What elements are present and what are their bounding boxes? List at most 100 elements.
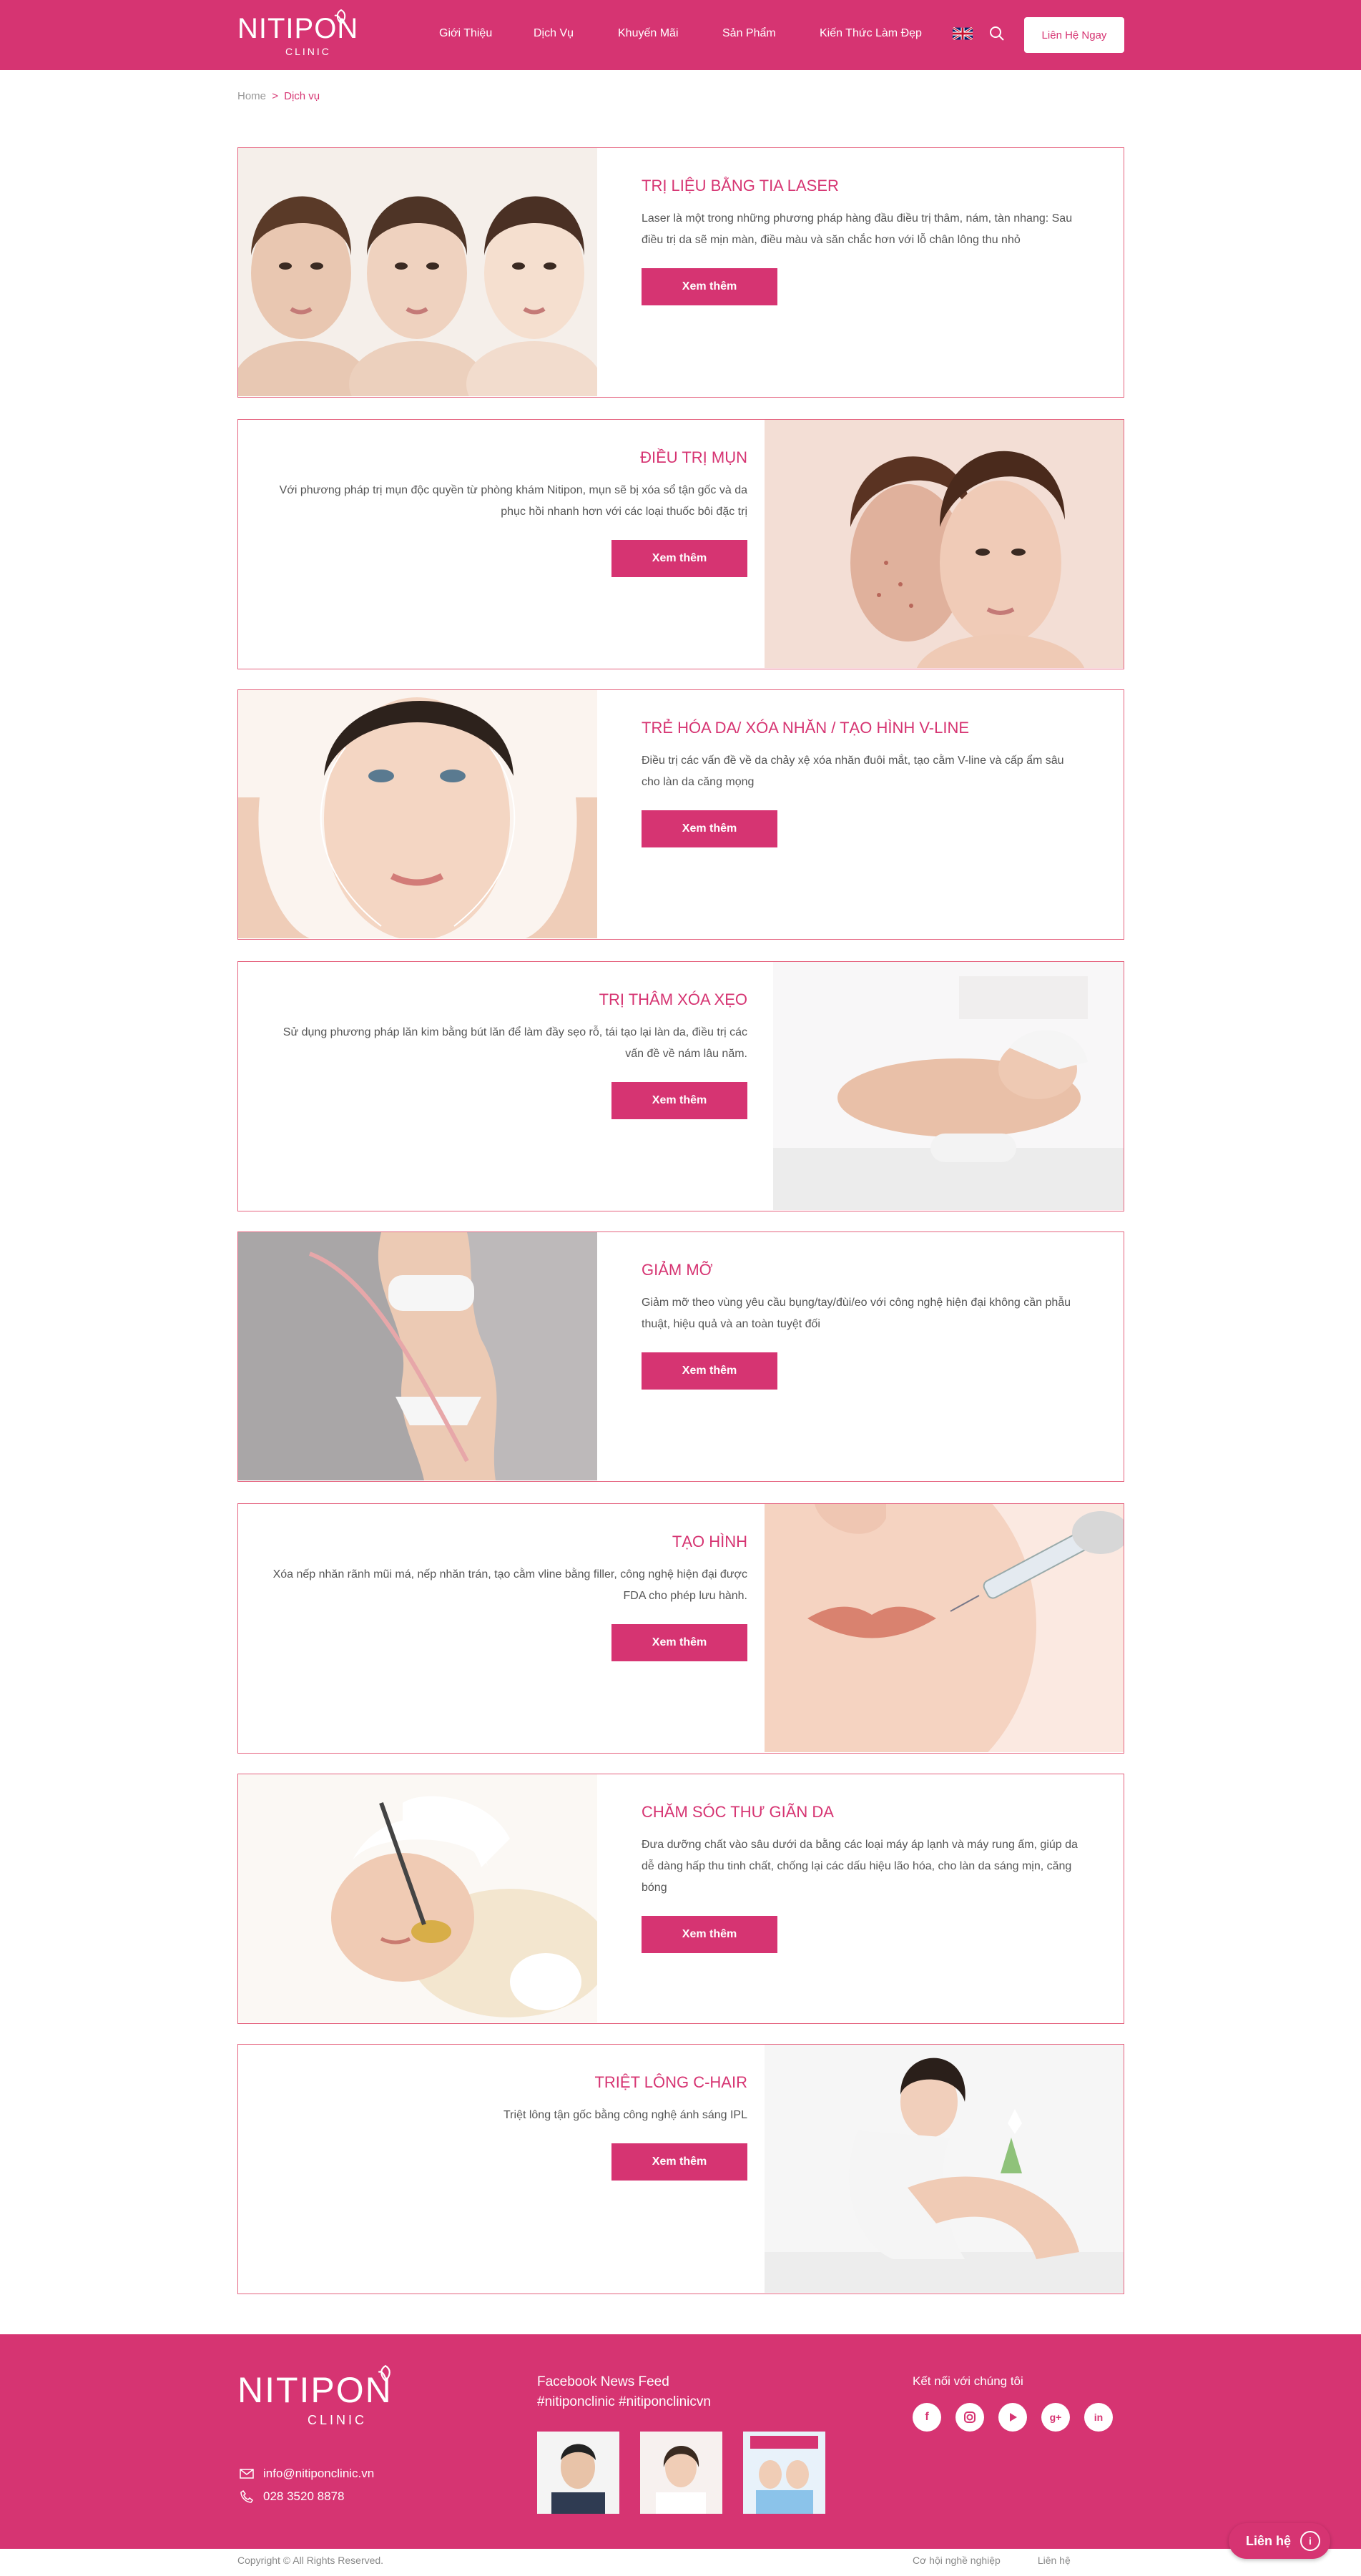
service-description: Điều trị các vấn đề về da chảy xệ xóa nh… xyxy=(642,754,1064,788)
service-image-skincare xyxy=(238,1774,597,2022)
service-description: Sử dụng phương pháp lăn kim bằng bút lăn… xyxy=(282,1026,747,1060)
service-card-scar: TRỊ THÂM XÓA XẸO Sử dụng phương pháp lăn… xyxy=(237,961,1124,1211)
contact-link[interactable]: Liên hệ xyxy=(1038,2555,1071,2566)
copyright: Copyright © All Rights Reserved. xyxy=(237,2555,384,2566)
service-text-rejuvenation: TRẺ HÓA DA/ XÓA NHĂN / TẠO HÌNH V-LINE Đ… xyxy=(642,717,1085,847)
service-title: CHĂM SÓC THƯ GIÃN DA xyxy=(642,1803,834,1821)
service-card-fat: GIẢM MỠ Giảm mỡ theo vùng yêu cầu bụng/t… xyxy=(237,1232,1124,1482)
phone-icon xyxy=(240,2490,254,2503)
see-more-button[interactable]: Xem thêm xyxy=(611,1624,747,1661)
fb-thumbnail[interactable] xyxy=(537,2432,619,2514)
contact-now-button[interactable]: Liên Hệ Ngay xyxy=(1024,17,1124,53)
nav-item-dich-vu[interactable]: Dịch Vụ xyxy=(534,27,574,40)
leaf-icon xyxy=(334,9,346,24)
see-more-button[interactable]: Xem thêm xyxy=(611,540,747,577)
site-logo[interactable]: NITIPON CLINIC xyxy=(237,9,380,59)
service-text-hair-removal: TRIỆT LÔNG C-HAIR Triệt lông tận gốc bằn… xyxy=(267,2072,747,2181)
nav-item-kien-thuc[interactable]: Kiến Thức Làm Đẹp xyxy=(820,27,922,40)
social-icons: f g+ in xyxy=(913,2403,1113,2432)
service-card-hair-removal: TRIỆT LÔNG C-HAIR Triệt lông tận gốc bằn… xyxy=(237,2044,1124,2294)
service-card-skincare: CHĂM SÓC THƯ GIÃN DA Đưa dưỡng chất vào … xyxy=(237,1774,1124,2024)
service-title: GIẢM MỠ xyxy=(642,1261,713,1279)
logo-sub: CLINIC xyxy=(285,46,331,57)
service-title: ĐIỀU TRỊ MỤN xyxy=(640,448,747,466)
service-text-sculpting: TẠO HÌNH Xóa nếp nhăn rãnh mũi má, nếp n… xyxy=(267,1531,747,1661)
fb-feed-title: Facebook News Feed xyxy=(537,2374,669,2389)
bottom-links: Cơ hội nghề nghiệp Liên hệ xyxy=(913,2555,1071,2566)
footer-contact: info@nitiponclinic.vn 028 3520 8878 xyxy=(237,2466,374,2512)
footer-phone[interactable]: 028 3520 8878 xyxy=(263,2489,344,2504)
nav-item-gioi-thieu[interactable]: Giới Thiệu xyxy=(439,27,492,40)
nav-item-san-pham[interactable]: Sản Phẩm xyxy=(722,27,776,40)
service-description: Laser là một trong những phương pháp hàn… xyxy=(642,212,1073,246)
breadcrumb-separator: > xyxy=(272,90,278,102)
social-connect: Kết nối với chúng tôi f g+ in xyxy=(913,2374,1113,2432)
service-text-fat: GIẢM MỠ Giảm mỡ theo vùng yêu cầu bụng/t… xyxy=(642,1259,1085,1390)
see-more-button[interactable]: Xem thêm xyxy=(642,268,777,305)
service-title: TRẺ HÓA DA/ XÓA NHĂN / TẠO HÌNH V-LINE xyxy=(642,719,970,737)
footer-logo-sub: CLINIC xyxy=(308,2413,368,2427)
see-more-button[interactable]: Xem thêm xyxy=(611,1082,747,1119)
fb-feed-tags: #nitiponclinic #nitiponclinicvn xyxy=(537,2394,711,2409)
service-description: Xóa nếp nhăn rãnh mũi má, nếp nhăn trán,… xyxy=(272,1568,747,1602)
service-description: Giảm mỡ theo vùng yêu cầu bụng/tay/đùi/e… xyxy=(642,1297,1071,1330)
footer-logo[interactable]: NITIPON CLINIC xyxy=(237,2364,452,2427)
footer-email[interactable]: info@nitiponclinic.vn xyxy=(263,2467,374,2481)
site-footer: NITIPON CLINIC info@nitiponclinic.vn 028… xyxy=(0,2334,1361,2549)
mail-icon xyxy=(240,2469,254,2479)
search-icon[interactable] xyxy=(989,26,1005,41)
careers-link[interactable]: Cơ hội nghề nghiệp xyxy=(913,2555,1001,2566)
service-description: Triệt lông tận gốc bằng công nghệ ánh sá… xyxy=(503,2109,747,2121)
service-description: Với phương pháp trị mụn độc quyền từ phò… xyxy=(279,484,747,518)
breadcrumb: Home > Dịch vụ xyxy=(237,90,320,102)
footer-phone-row: 028 3520 8878 xyxy=(237,2489,374,2504)
service-image-laser xyxy=(238,148,597,396)
nav-item-khuyen-mai[interactable]: Khuyến Mãi xyxy=(618,27,679,40)
service-text-acne: ĐIỀU TRỊ MỤN Với phương pháp trị mụn độc… xyxy=(267,447,747,577)
service-description: Đưa dưỡng chất vào sâu dưới da bằng các … xyxy=(642,1839,1078,1894)
youtube-icon[interactable] xyxy=(998,2403,1027,2432)
service-card-rejuvenation: TRẺ HÓA DA/ XÓA NHĂN / TẠO HÌNH V-LINE Đ… xyxy=(237,689,1124,940)
linkedin-icon[interactable]: in xyxy=(1084,2403,1113,2432)
service-title: TRIỆT LÔNG C-HAIR xyxy=(594,2073,747,2091)
service-text-laser: TRỊ LIỆU BẰNG TIA LASER Laser là một tro… xyxy=(642,175,1085,305)
leaf-icon xyxy=(378,2364,390,2381)
service-title: TRỊ LIỆU BẰNG TIA LASER xyxy=(642,177,839,195)
service-card-sculpting: TẠO HÌNH Xóa nếp nhăn rãnh mũi má, nếp n… xyxy=(237,1503,1124,1754)
breadcrumb-current: Dịch vụ xyxy=(284,90,320,102)
instagram-icon[interactable] xyxy=(955,2403,984,2432)
service-card-acne: ĐIỀU TRỊ MỤN Với phương pháp trị mụn độc… xyxy=(237,419,1124,669)
breadcrumb-home[interactable]: Home xyxy=(237,90,266,102)
uk-flag-icon[interactable] xyxy=(953,27,973,40)
footer-email-row: info@nitiponclinic.vn xyxy=(237,2466,374,2482)
see-more-button[interactable]: Xem thêm xyxy=(642,1352,777,1390)
info-icon: i xyxy=(1300,2531,1320,2551)
facebook-news-feed: Facebook News Feed #nitiponclinic #nitip… xyxy=(537,2374,825,2514)
service-image-fat xyxy=(238,1232,597,1480)
service-title: TẠO HÌNH xyxy=(672,1533,747,1550)
logo-brand: NITIPON xyxy=(237,13,359,44)
social-title: Kết nối với chúng tôi xyxy=(913,2374,1023,2388)
service-image-sculpting xyxy=(765,1504,1124,1752)
service-image-scar xyxy=(773,962,1124,1210)
floating-contact-button[interactable]: Liên hệ i xyxy=(1229,2523,1330,2559)
fb-feed-thumbnails xyxy=(537,2432,846,2514)
footer-logo-brand: NITIPON xyxy=(237,2370,393,2410)
google-plus-icon[interactable]: g+ xyxy=(1041,2403,1070,2432)
fb-thumbnail[interactable] xyxy=(640,2432,722,2514)
service-text-scar: TRỊ THÂM XÓA XẸO Sử dụng phương pháp lăn… xyxy=(267,989,747,1119)
see-more-button[interactable]: Xem thêm xyxy=(642,810,777,847)
see-more-button[interactable]: Xem thêm xyxy=(642,1916,777,1953)
service-image-rejuvenation xyxy=(238,690,597,938)
service-image-acne xyxy=(765,420,1124,668)
service-image-hair-removal xyxy=(765,2045,1124,2293)
floating-contact-label: Liên hệ xyxy=(1246,2533,1292,2548)
facebook-icon[interactable]: f xyxy=(913,2403,941,2432)
fb-thumbnail[interactable] xyxy=(743,2432,825,2514)
service-title: TRỊ THÂM XÓA XẸO xyxy=(599,990,747,1008)
site-header: NITIPON CLINIC Giới Thiệu Dịch Vụ Khuyến… xyxy=(0,0,1361,70)
see-more-button[interactable]: Xem thêm xyxy=(611,2143,747,2181)
service-card-laser: TRỊ LIỆU BẰNG TIA LASER Laser là một tro… xyxy=(237,147,1124,398)
service-text-skincare: CHĂM SÓC THƯ GIÃN DA Đưa dưỡng chất vào … xyxy=(642,1801,1085,1953)
bottom-bar: Copyright © All Rights Reserved. Cơ hội … xyxy=(0,2549,1361,2576)
